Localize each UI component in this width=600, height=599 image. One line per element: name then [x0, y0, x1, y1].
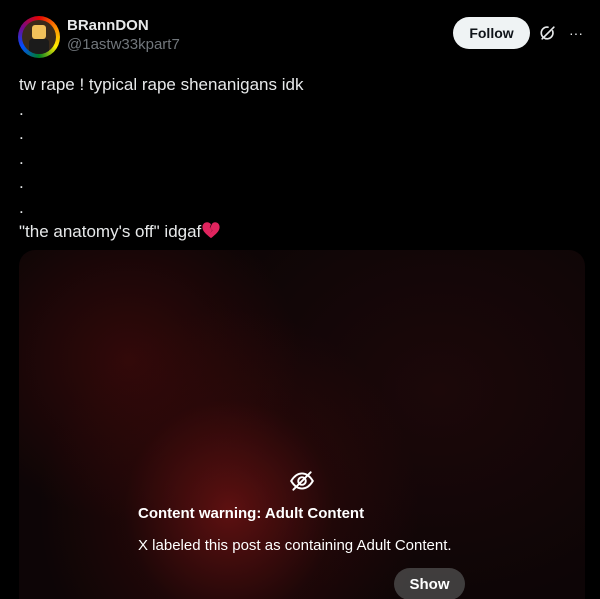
sensitive-media: Content warning: Adult Content X labeled…	[19, 250, 585, 599]
author-names: BRannDON @1astw33kpart7	[67, 17, 180, 55]
post: BRannDON @1astw33kpart7 Follow ··· tw ra…	[0, 0, 600, 599]
post-text-line: .	[19, 197, 24, 217]
post-text-line: .	[19, 148, 24, 168]
author-handle[interactable]: @1astw33kpart7	[67, 35, 180, 55]
post-text-line: .	[19, 173, 24, 192]
post-text-line: .	[19, 124, 24, 143]
post-text-line: .	[19, 99, 24, 119]
grok-icon[interactable]	[538, 23, 558, 43]
avatar-image	[22, 20, 56, 54]
broken-heart-icon	[202, 222, 220, 239]
author-display-name[interactable]: BRannDON	[67, 17, 180, 35]
avatar[interactable]	[18, 16, 60, 58]
post-text: tw rape ! typical rape shenanigans idk .…	[19, 73, 579, 245]
post-text-last-line: "the anatomy's off" idgaf	[19, 220, 579, 245]
content-warning-title: Content warning: Adult Content	[138, 505, 365, 522]
follow-button[interactable]: Follow	[453, 17, 530, 49]
show-button[interactable]: Show	[394, 568, 465, 599]
eye-slash-icon	[290, 471, 314, 491]
content-warning-text: X labeled this post as containing Adult …	[138, 537, 452, 554]
post-header: BRannDON @1astw33kpart7 Follow ···	[18, 16, 588, 60]
post-text-line: tw rape ! typical rape shenanigans idk	[19, 75, 304, 94]
more-icon[interactable]: ···	[567, 23, 585, 43]
avatar-figure-head	[32, 25, 46, 39]
avatar-figure-body	[29, 39, 49, 54]
post-text-quote: "the anatomy's off" idgaf	[19, 222, 202, 241]
